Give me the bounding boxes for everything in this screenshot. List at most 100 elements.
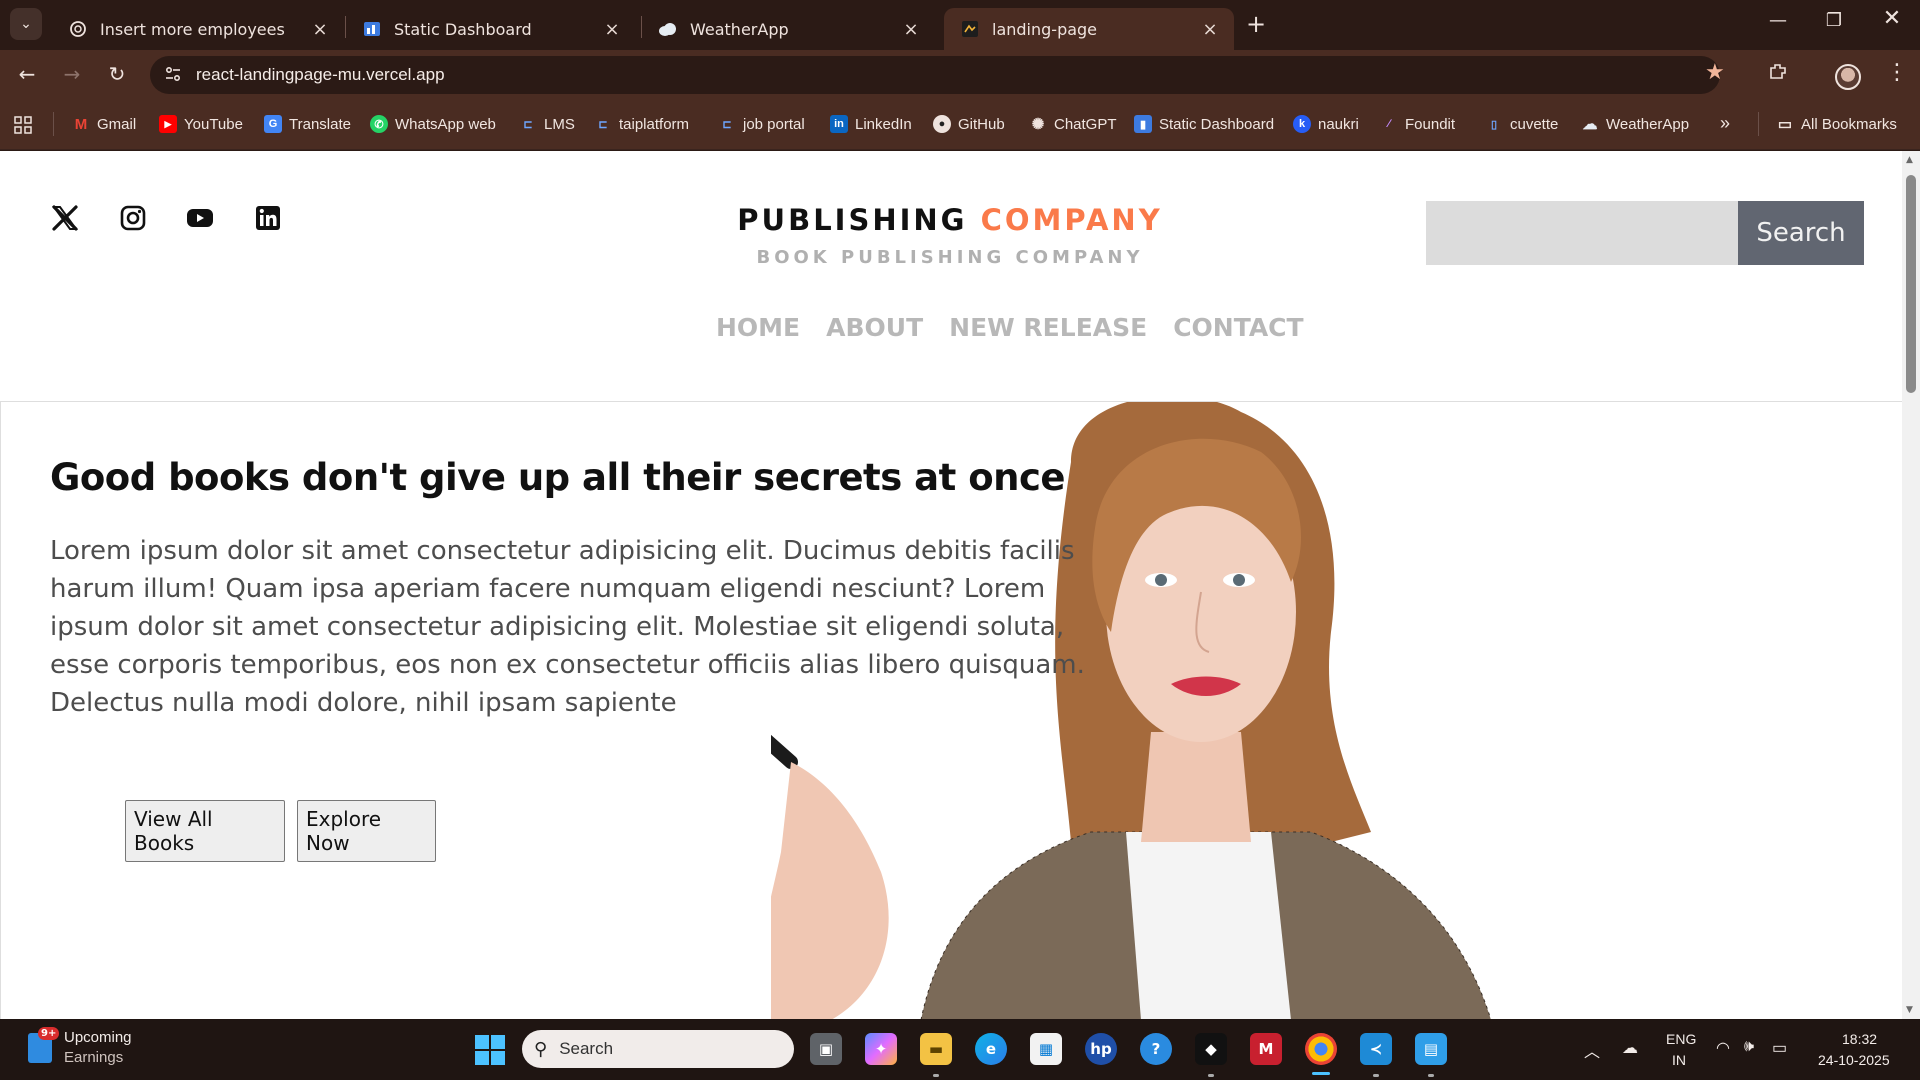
tab-landing-page[interactable]: landing-page ×	[944, 8, 1234, 50]
notepad-icon[interactable]: ▤	[1415, 1033, 1447, 1065]
address-bar[interactable]: react-landingpage-mu.vercel.app	[150, 56, 1720, 94]
clock-date[interactable]: 24-10-2025	[1818, 1052, 1890, 1068]
forward-icon[interactable]: →	[57, 62, 87, 90]
job-portal-icon: ⊏	[722, 118, 732, 131]
bookmark-linkedin[interactable]: in LinkedIn	[830, 115, 912, 133]
app-icon[interactable]: ◆	[1195, 1033, 1227, 1065]
taskbar-search[interactable]: ⚲ Search	[522, 1030, 794, 1068]
scroll-up-icon[interactable]: ▲	[1906, 155, 1913, 165]
copilot-icon[interactable]: ✦	[865, 1033, 897, 1065]
folder-icon: ▭	[1777, 116, 1793, 133]
clock-time[interactable]: 18:32	[1842, 1031, 1877, 1047]
vscode-icon[interactable]: ≺	[1360, 1033, 1392, 1065]
translate-icon: G	[264, 115, 282, 133]
tab-insert-more-employees[interactable]: Insert more employees ×	[52, 8, 344, 50]
edge-icon[interactable]: e	[975, 1033, 1007, 1065]
search-icon: ⚲	[534, 1038, 548, 1060]
windows-start-icon[interactable]	[475, 1035, 505, 1065]
nav-home[interactable]: HOME	[716, 313, 800, 342]
nav-about[interactable]: ABOUT	[826, 313, 923, 342]
task-view-icon[interactable]: ▣	[810, 1033, 842, 1065]
language-region[interactable]: IN	[1672, 1052, 1686, 1068]
chrome-icon[interactable]	[1305, 1033, 1337, 1065]
profile-avatar[interactable]	[1835, 64, 1861, 90]
restore-icon[interactable]: ❐	[1814, 10, 1854, 31]
all-bookmarks[interactable]: ▭ All Bookmarks	[1776, 115, 1897, 134]
tab-static-dashboard[interactable]: Static Dashboard ×	[346, 8, 636, 50]
view-all-books-button[interactable]: View All Books	[125, 800, 285, 862]
bookmark-github[interactable]: ● GitHub	[933, 115, 1005, 133]
page-viewport: PUBLISHING COMPANY BOOK PUBLISHING COMPA…	[0, 151, 1902, 1019]
file-explorer-icon[interactable]: ▬	[920, 1033, 952, 1065]
scroll-down-icon[interactable]: ▼	[1906, 1005, 1913, 1015]
widget-subtitle[interactable]: Earnings	[64, 1049, 123, 1066]
running-indicator	[933, 1074, 939, 1077]
volume-icon[interactable]: 🕪	[1744, 1038, 1754, 1056]
close-tab-icon[interactable]: ×	[899, 19, 923, 40]
apps-grid-icon[interactable]	[14, 116, 32, 139]
gmail-icon: M	[74, 115, 88, 133]
naukri-icon: k	[1293, 115, 1311, 133]
github-icon: ●	[933, 115, 951, 133]
battery-icon[interactable]: ▭	[1772, 1038, 1787, 1058]
bookmark-star-icon[interactable]: ★	[1705, 60, 1725, 85]
bookmark-foundit[interactable]: ∕ Foundit	[1380, 115, 1455, 133]
store-icon[interactable]: ▦	[1030, 1033, 1062, 1065]
close-tab-icon[interactable]: ×	[1198, 19, 1222, 40]
hp-icon[interactable]: hp	[1085, 1033, 1117, 1065]
whatsapp-icon: ✆	[370, 115, 388, 133]
tab-search-button[interactable]: ⌄	[10, 8, 42, 40]
dashboard-icon	[362, 19, 382, 39]
nav-contact[interactable]: CONTACT	[1173, 313, 1303, 342]
close-window-icon[interactable]: ✕	[1872, 6, 1912, 31]
tab-label: WeatherApp	[690, 19, 789, 39]
extensions-icon[interactable]	[1768, 62, 1788, 87]
bookmark-static-dashboard[interactable]: ▮ Static Dashboard	[1134, 115, 1274, 133]
bookmark-lms[interactable]: ⊏ LMS	[519, 115, 574, 133]
more-bookmarks-icon[interactable]: »	[1720, 113, 1730, 134]
search-button[interactable]: Search	[1738, 201, 1864, 265]
nav-new-release[interactable]: NEW RELEASE	[949, 313, 1147, 342]
language-code[interactable]: ENG	[1666, 1031, 1696, 1047]
wifi-icon[interactable]: ◠	[1716, 1038, 1730, 1058]
brand-logo[interactable]: PUBLISHING COMPANY BOOK PUBLISHING COMPA…	[720, 203, 1180, 268]
bookmark-job-portal[interactable]: ⊏ job portal	[718, 115, 804, 133]
tray-overflow-icon[interactable]: ︿	[1584, 1038, 1600, 1062]
tab-weatherapp[interactable]: WeatherApp ×	[642, 8, 935, 50]
widget-title[interactable]: Upcoming	[64, 1029, 132, 1046]
mcafee-icon[interactable]: M	[1250, 1033, 1282, 1065]
instagram-icon[interactable]	[118, 203, 148, 233]
site-info-icon[interactable]	[164, 65, 182, 87]
bookmark-cuvette[interactable]: ▯ cuvette	[1485, 115, 1558, 133]
linkedin-icon[interactable]	[253, 203, 283, 233]
onedrive-icon[interactable]: ☁	[1622, 1038, 1638, 1058]
bookmark-gmail[interactable]: M Gmail	[72, 115, 136, 133]
hero-title: Good books don't give up all their secre…	[50, 456, 1065, 499]
bookmark-youtube[interactable]: ▶ YouTube	[159, 115, 243, 133]
lms-icon: ⊏	[523, 118, 533, 131]
x-icon[interactable]	[50, 203, 80, 233]
youtube-icon[interactable]	[185, 203, 215, 233]
new-tab-icon[interactable]: +	[1246, 10, 1266, 38]
page-scrollbar[interactable]: ▲ ▼	[1902, 151, 1920, 1019]
bookmark-chatgpt[interactable]: ✺ ChatGPT	[1029, 115, 1117, 134]
back-icon[interactable]: ←	[12, 62, 42, 90]
more-menu-icon[interactable]: ⋮	[1886, 60, 1908, 85]
search-input[interactable]	[1426, 201, 1738, 265]
close-tab-icon[interactable]: ×	[600, 19, 624, 40]
close-tab-icon[interactable]: ×	[308, 19, 332, 40]
running-indicator	[1428, 1074, 1434, 1077]
bookmark-weatherapp[interactable]: ☁ WeatherApp	[1581, 115, 1690, 134]
hero-description: Lorem ipsum dolor sit amet consectetur a…	[50, 536, 1085, 718]
tab-label: Static Dashboard	[394, 19, 532, 39]
bookmark-taiplatform[interactable]: ⊏ taiplatform	[594, 115, 689, 133]
bookmark-whatsapp[interactable]: ✆ WhatsApp web	[370, 115, 496, 133]
bookmark-translate[interactable]: G Translate	[264, 115, 351, 133]
cloud-icon: ☁	[1582, 116, 1598, 133]
help-icon[interactable]: ?	[1140, 1033, 1172, 1065]
scroll-thumb[interactable]	[1906, 175, 1916, 393]
reload-icon[interactable]: ↻	[102, 62, 132, 90]
bookmark-naukri[interactable]: k naukri	[1293, 115, 1359, 133]
minimize-icon[interactable]: —	[1758, 10, 1798, 31]
explore-now-button[interactable]: Explore Now	[297, 800, 436, 862]
